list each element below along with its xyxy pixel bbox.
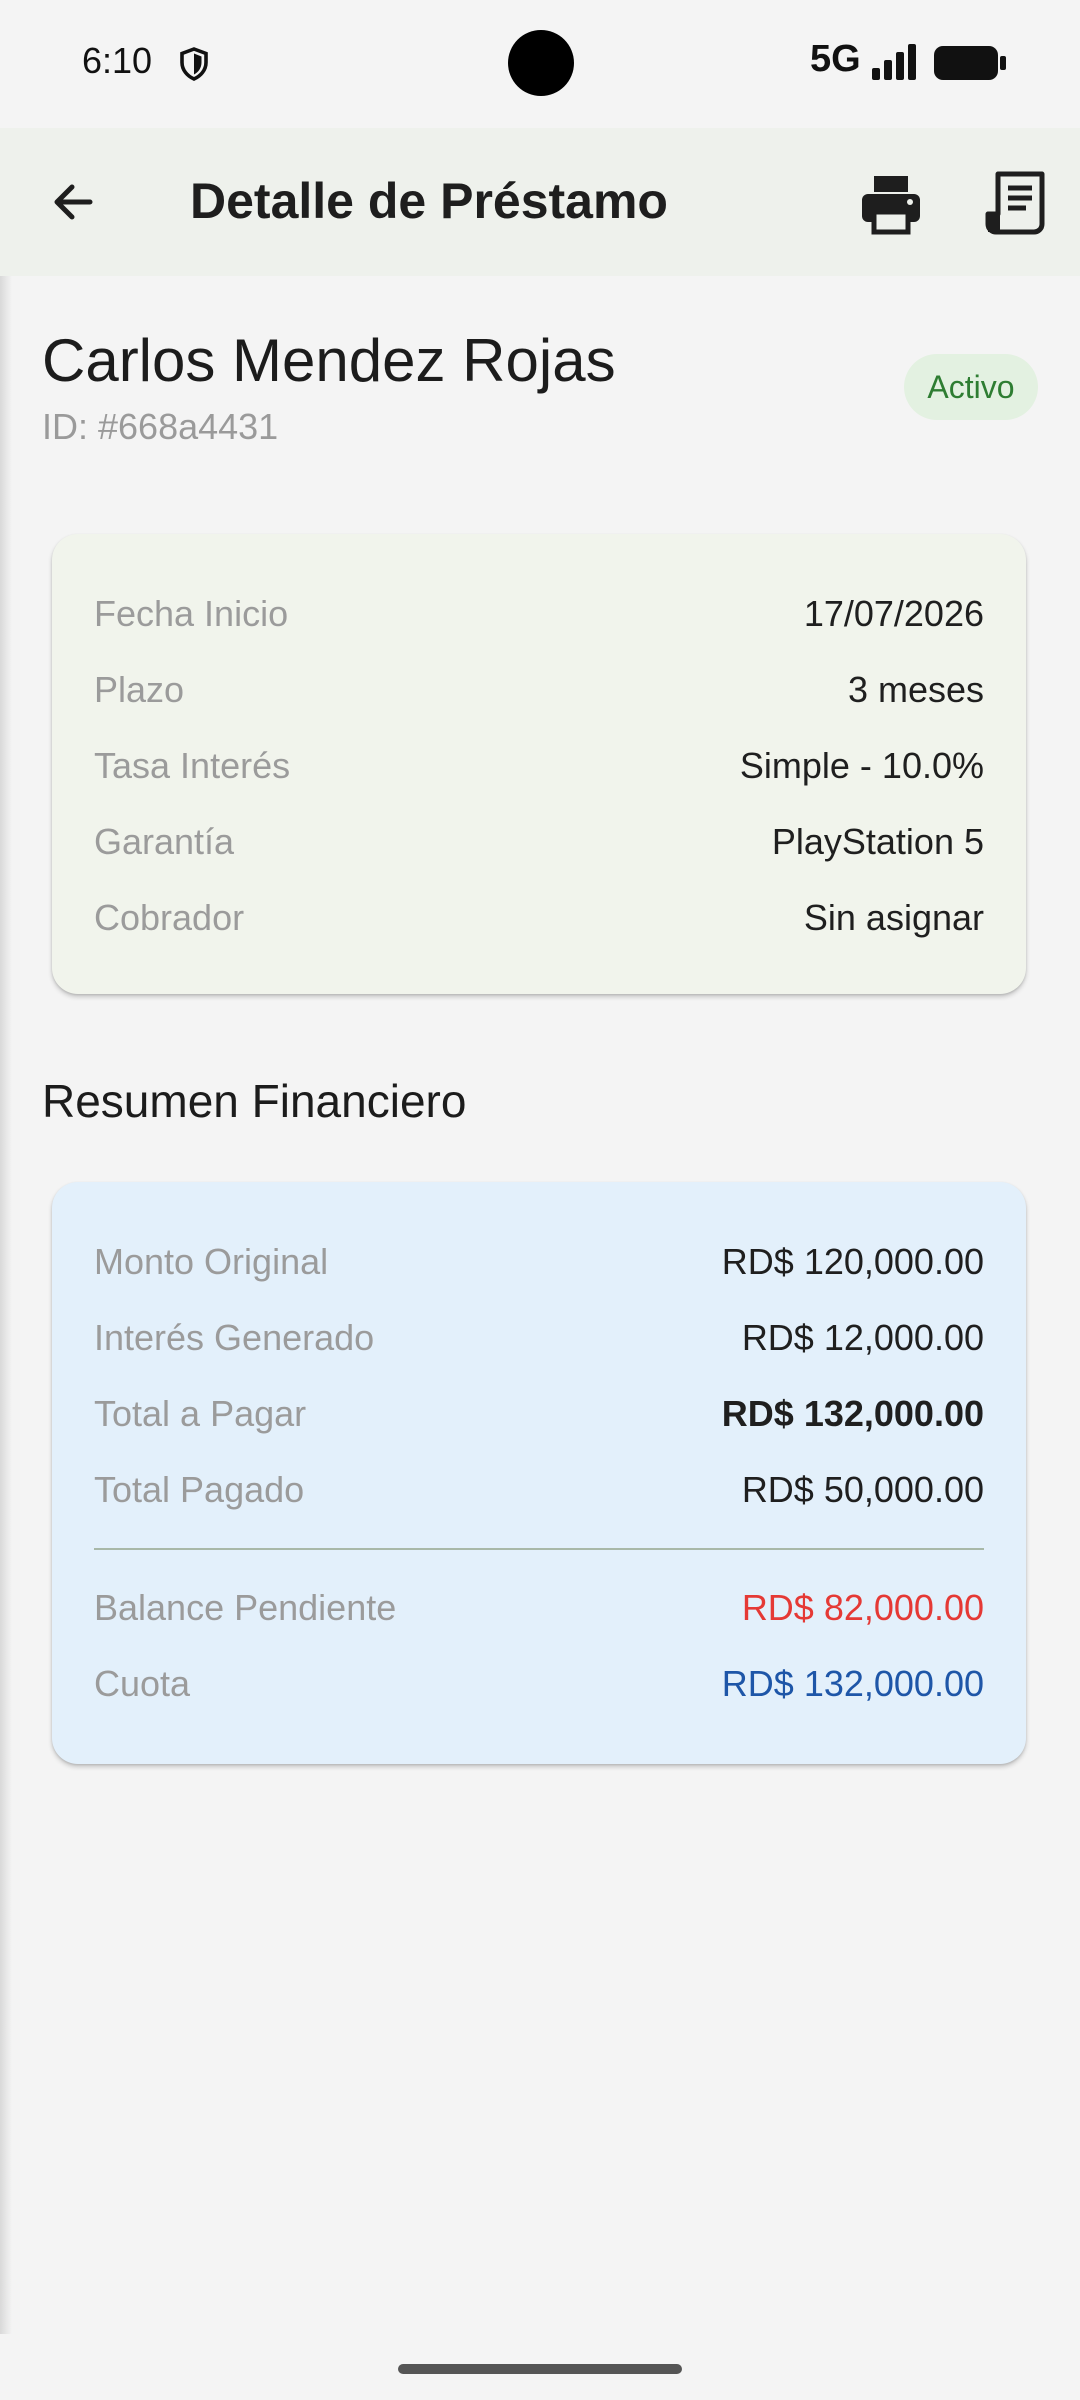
info-row-term: Plazo 3 meses xyxy=(94,660,984,720)
fin-label: Total a Pagar xyxy=(94,1393,307,1434)
fin-row-total-to-pay: Total a Pagar RD$ 132,000.00 xyxy=(94,1384,984,1444)
loan-info-card: Fecha Inicio 17/07/2026 Plazo 3 meses Ta… xyxy=(52,534,1026,994)
fin-label: Monto Original xyxy=(94,1241,329,1282)
info-label: Fecha Inicio xyxy=(94,593,289,634)
fin-row-original-amount: Monto Original RD$ 120,000.00 xyxy=(94,1232,984,1292)
shield-icon xyxy=(180,47,208,81)
info-row-interest-rate: Tasa Interés Simple - 10.0% xyxy=(94,736,984,796)
info-value: Sin asignar xyxy=(803,897,984,938)
back-arrow-icon[interactable] xyxy=(40,168,108,236)
client-name: Carlos Mendez Rojas xyxy=(42,327,616,394)
info-row-start-date: Fecha Inicio 17/07/2026 xyxy=(94,584,984,644)
client-id: ID: #668a4431 xyxy=(42,406,279,447)
fin-value: RD$ 132,000.00 xyxy=(721,1663,984,1704)
network-type: 5G xyxy=(810,38,861,80)
home-indicator[interactable] xyxy=(398,2364,682,2374)
info-label: Tasa Interés xyxy=(94,745,291,786)
fin-label: Interés Generado xyxy=(94,1317,375,1358)
fin-label: Total Pagado xyxy=(94,1469,305,1510)
fin-label: Balance Pendiente xyxy=(94,1587,397,1628)
fin-row-interest-generated: Interés Generado RD$ 12,000.00 xyxy=(94,1308,984,1368)
fin-row-pending-balance: Balance Pendiente RD$ 82,000.00 xyxy=(94,1578,984,1638)
camera-cutout xyxy=(508,30,574,96)
fin-value: RD$ 132,000.00 xyxy=(721,1393,984,1434)
status-time: 6:10 xyxy=(82,40,153,81)
info-row-collateral: Garantía PlayStation 5 xyxy=(94,812,984,872)
receipt-icon[interactable] xyxy=(982,166,1054,238)
fin-value: RD$ 12,000.00 xyxy=(741,1317,984,1358)
fin-row-installment: Cuota RD$ 132,000.00 xyxy=(94,1654,984,1714)
info-value: Simple - 10.0% xyxy=(739,745,984,786)
divider xyxy=(94,1548,984,1550)
info-row-collector: Cobrador Sin asignar xyxy=(94,888,984,948)
app-bar: Detalle de Préstamo xyxy=(0,128,1080,276)
status-bar: 6:10 5G xyxy=(0,0,1080,128)
status-badge: Activo xyxy=(904,354,1038,420)
info-value: 17/07/2026 xyxy=(803,593,984,634)
info-label: Plazo xyxy=(94,669,185,710)
fin-value: RD$ 120,000.00 xyxy=(721,1241,984,1282)
battery-icon xyxy=(934,46,1006,80)
fin-row-total-paid: Total Pagado RD$ 50,000.00 xyxy=(94,1460,984,1520)
edge-shadow xyxy=(0,128,12,2334)
page-title: Detalle de Préstamo xyxy=(190,173,668,229)
fin-value: RD$ 82,000.00 xyxy=(741,1587,984,1628)
info-value: PlayStation 5 xyxy=(771,821,984,862)
info-value: 3 meses xyxy=(847,669,984,710)
signal-icon xyxy=(872,44,916,80)
fin-value: RD$ 50,000.00 xyxy=(741,1469,984,1510)
print-icon[interactable] xyxy=(856,168,926,238)
info-label: Garantía xyxy=(94,821,235,862)
info-label: Cobrador xyxy=(94,897,245,938)
section-title-financial-summary: Resumen Financiero xyxy=(42,1075,467,1127)
financial-summary-card: Monto Original RD$ 120,000.00 Interés Ge… xyxy=(52,1182,1026,1764)
fin-label: Cuota xyxy=(94,1663,191,1704)
